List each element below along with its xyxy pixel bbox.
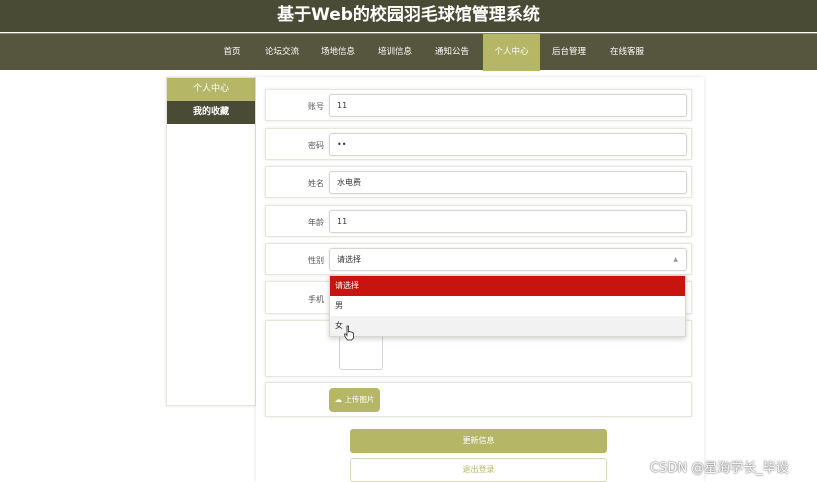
nav-item-notice[interactable]: 通知公告 — [428, 34, 476, 71]
chevron-up-icon: ▲ — [673, 256, 678, 263]
form-row-account: 账号 11 — [265, 89, 692, 121]
gender-label: 性别 — [308, 256, 324, 265]
upload-image-button[interactable]: ☁ 上传图片 — [329, 388, 380, 412]
sidebar: 个人中心 我的收藏 — [166, 77, 256, 406]
form-row-password: 密码 •• — [265, 128, 692, 160]
gender-option-male[interactable]: 男 — [330, 296, 685, 316]
site-title: 基于Web的校园羽毛球馆管理系统 — [277, 5, 540, 25]
site-header: 基于Web的校园羽毛球馆管理系统 — [0, 0, 817, 32]
gender-select-value: 请选择 — [337, 255, 361, 264]
form-row-gender: 性别 请选择 ▲ — [265, 243, 692, 275]
age-label: 年龄 — [308, 218, 324, 227]
phone-label: 手机 — [308, 295, 324, 304]
name-label: 姓名 — [308, 179, 324, 188]
account-input[interactable]: 11 — [329, 94, 687, 117]
watermark: CSDN @星海学长_毕设 — [650, 461, 789, 476]
age-input[interactable]: 11 — [329, 210, 687, 233]
gender-select[interactable]: 请选择 ▲ — [329, 248, 687, 271]
name-input[interactable]: 水电费 — [329, 171, 687, 194]
nav-item-venue[interactable]: 场地信息 — [314, 34, 362, 71]
hand-cursor-icon — [344, 325, 354, 341]
nav-item-forum[interactable]: 论坛交流 — [258, 34, 306, 71]
password-label: 密码 — [308, 141, 324, 150]
nav-item-admin[interactable]: 后台管理 — [545, 34, 593, 71]
gender-option-female[interactable]: 女 — [330, 316, 685, 336]
cloud-upload-icon: ☁ — [334, 395, 343, 404]
gender-dropdown-menu: 请选择 男 女 — [329, 275, 686, 337]
form-row-name: 姓名 水电费 — [265, 166, 692, 198]
nav-item-online-service[interactable]: 在线客服 — [603, 34, 651, 71]
gender-option-placeholder[interactable]: 请选择 — [330, 276, 685, 296]
sidebar-item-favorites[interactable]: 我的收藏 — [167, 101, 255, 124]
password-input[interactable]: •• — [329, 133, 687, 156]
nav-item-training[interactable]: 培训信息 — [371, 34, 419, 71]
sidebar-item-personal-center[interactable]: 个人中心 — [167, 78, 255, 101]
account-label: 账号 — [308, 102, 324, 111]
nav-item-home[interactable]: 首页 — [213, 34, 251, 71]
form-row-age: 年龄 11 — [265, 205, 692, 237]
nav-item-personal-center[interactable]: 个人中心 — [483, 34, 540, 71]
upload-button-label: 上传图片 — [344, 395, 375, 404]
main-nav: 首页 论坛交流 场地信息 培训信息 通知公告 个人中心 后台管理 在线客服 — [0, 33, 817, 71]
update-info-button[interactable]: 更新信息 — [350, 429, 607, 453]
form-row-upload: ☁ 上传图片 — [265, 382, 692, 417]
logout-button[interactable]: 退出登录 — [350, 458, 607, 482]
